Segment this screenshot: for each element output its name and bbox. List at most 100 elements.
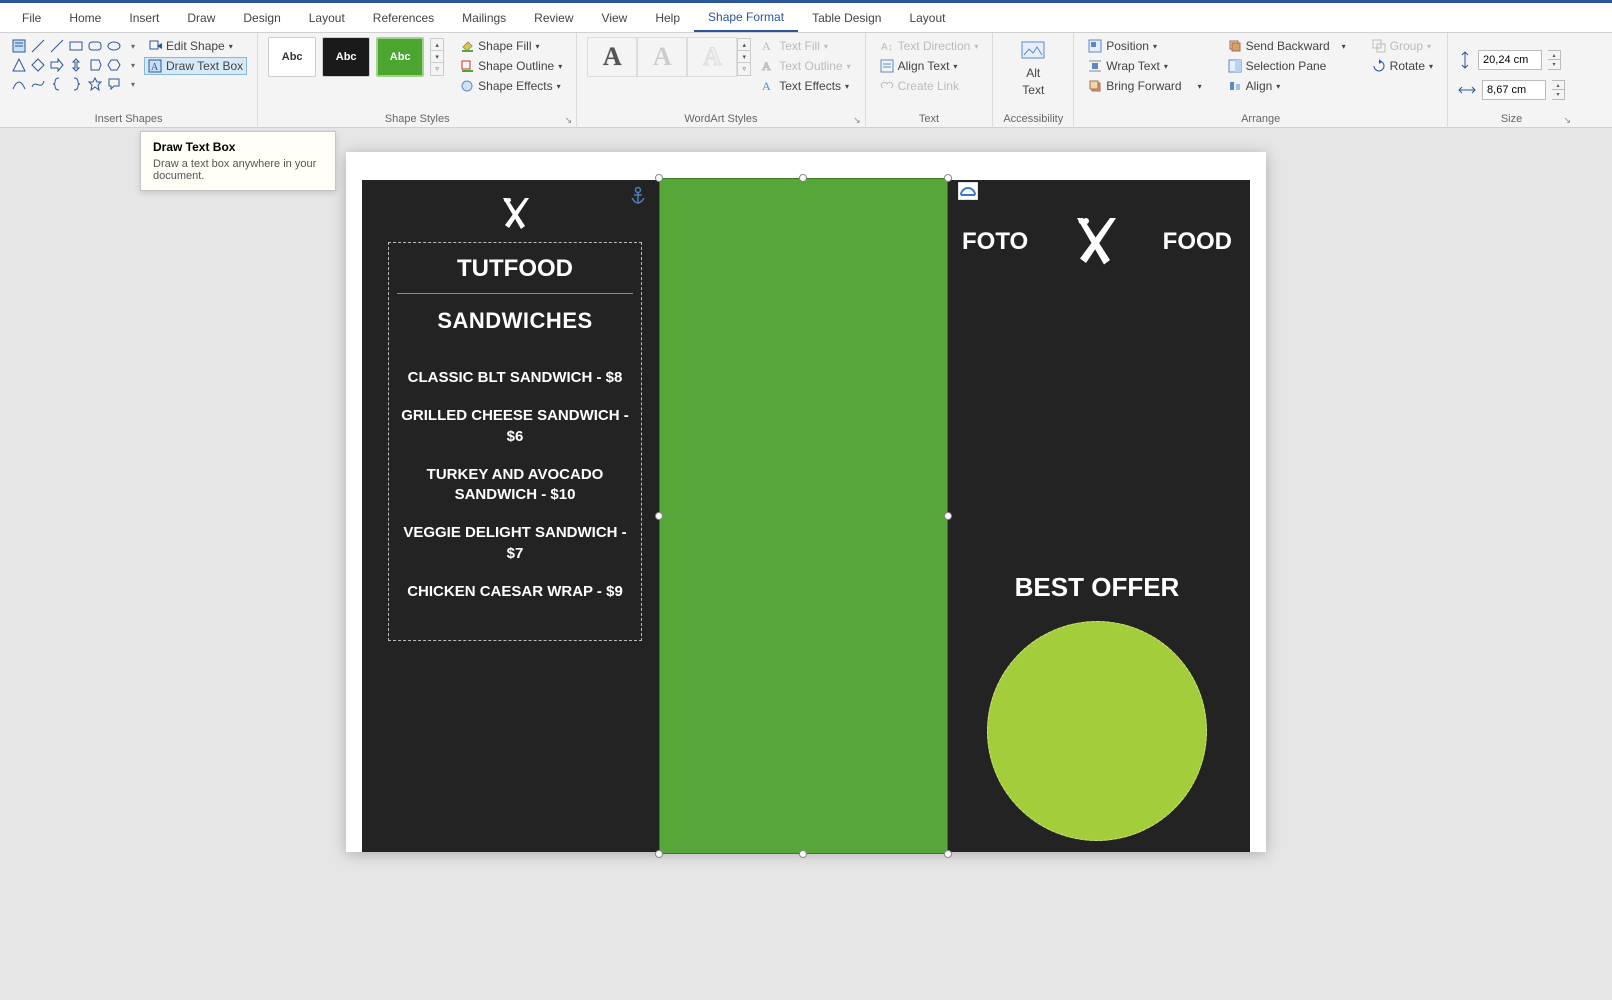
- selection-handle[interactable]: [655, 850, 663, 858]
- tab-home[interactable]: Home: [55, 5, 115, 31]
- shape-effects-button[interactable]: Shape Effects▾: [456, 77, 566, 95]
- shape-rect-icon[interactable]: [67, 37, 85, 55]
- selection-handle[interactable]: [655, 174, 663, 182]
- anchor-icon: [630, 186, 646, 206]
- shape-outline-button[interactable]: Shape Outline▾: [456, 57, 566, 75]
- wordart-gallery-spinner[interactable]: ▴▾▿: [737, 38, 751, 76]
- rotate-button[interactable]: Rotate▾: [1368, 57, 1437, 75]
- shape-callout-icon[interactable]: [105, 75, 123, 93]
- shape-fill-button[interactable]: Shape Fill▾: [456, 37, 566, 55]
- shapes-gallery[interactable]: ▾ ▾ ▾: [10, 37, 138, 93]
- height-spinner[interactable]: ▴▾: [1548, 50, 1561, 70]
- shape-brace-left-icon[interactable]: [48, 75, 66, 93]
- tab-file[interactable]: File: [8, 5, 55, 31]
- shape-oval-icon[interactable]: [105, 37, 123, 55]
- offer-circle: [987, 621, 1207, 841]
- dialog-launcher-icon[interactable]: ↘: [565, 115, 573, 126]
- selection-handle[interactable]: [944, 850, 952, 858]
- text-effects-button[interactable]: A Text Effects▾: [757, 77, 854, 95]
- group-accessibility: Alt Text Accessibility: [993, 33, 1074, 128]
- height-input[interactable]: [1478, 50, 1542, 70]
- wordart-gallery[interactable]: A A A ▴▾▿: [587, 37, 751, 77]
- tab-insert[interactable]: Insert: [115, 5, 173, 31]
- shapes-row-more-1[interactable]: ▾: [124, 37, 142, 55]
- style-swatch-white[interactable]: Abc: [268, 37, 316, 77]
- text-direction-icon: A↕: [880, 39, 894, 53]
- tab-layout[interactable]: Layout: [295, 5, 359, 31]
- link-icon: [880, 79, 894, 93]
- tab-help[interactable]: Help: [641, 5, 694, 31]
- shapes-row-more-2[interactable]: ▾: [124, 56, 142, 74]
- shape-arrow-updown-icon[interactable]: [67, 56, 85, 74]
- shape-triangle-icon[interactable]: [10, 56, 28, 74]
- tab-design[interactable]: Design: [229, 5, 294, 31]
- shape-line-icon[interactable]: [29, 37, 47, 55]
- tab-draw[interactable]: Draw: [173, 5, 229, 31]
- shape-curve-icon[interactable]: [29, 75, 47, 93]
- selected-shape-rectangle[interactable]: [659, 178, 948, 854]
- shape-hex-icon[interactable]: [105, 56, 123, 74]
- menu-item: TURKEY AND AVOCADO SANDWICH - $10: [397, 465, 633, 506]
- align-text-button[interactable]: Align Text▾: [876, 57, 983, 75]
- tab-shape-format[interactable]: Shape Format: [694, 4, 798, 32]
- selection-pane-button[interactable]: Selection Pane: [1224, 57, 1350, 75]
- width-input[interactable]: [1482, 80, 1546, 100]
- wordart-swatch-2[interactable]: A: [637, 37, 687, 77]
- menu-item: GRILLED CHEESE SANDWICH - $6: [397, 406, 633, 447]
- shape-fill-label: Shape Fill: [478, 39, 531, 53]
- wordart-swatch-1[interactable]: A: [587, 37, 637, 77]
- shape-star-icon[interactable]: [86, 75, 104, 93]
- wordart-swatch-3[interactable]: A: [687, 37, 737, 77]
- shape-pentagon-icon[interactable]: [86, 56, 104, 74]
- selection-handle[interactable]: [799, 174, 807, 182]
- layout-options-button[interactable]: [958, 182, 978, 200]
- alt-text-icon: [1021, 41, 1045, 63]
- shape-textbox-icon[interactable]: [10, 37, 28, 55]
- tab-mailings[interactable]: Mailings: [448, 5, 520, 31]
- tab-layout-contextual[interactable]: Layout: [895, 5, 959, 31]
- edit-shape-button[interactable]: Edit Shape ▾: [144, 37, 247, 55]
- shape-arrow-right-icon[interactable]: [48, 56, 66, 74]
- shape-outline-label: Shape Outline: [478, 59, 554, 73]
- selection-handle[interactable]: [944, 174, 952, 182]
- header-right-text: FOOD: [1163, 228, 1232, 256]
- selection-handle[interactable]: [799, 850, 807, 858]
- shape-line2-icon[interactable]: [48, 37, 66, 55]
- width-row: ▴▾: [1458, 80, 1565, 100]
- shapes-row-more-3[interactable]: ▾: [124, 75, 142, 93]
- shape-roundrect-icon[interactable]: [86, 37, 104, 55]
- group-label-accessibility: Accessibility: [1003, 113, 1063, 128]
- document-canvas[interactable]: TUTFOOD SANDWICHES CLASSIC BLT SANDWICH …: [0, 152, 1612, 852]
- width-spinner[interactable]: ▴▾: [1552, 80, 1565, 100]
- tab-references[interactable]: References: [359, 5, 448, 31]
- style-gallery-spinner[interactable]: ▴▾▿: [430, 38, 444, 76]
- position-button[interactable]: Position▾: [1084, 37, 1205, 55]
- align-icon: [1228, 79, 1242, 93]
- bring-forward-button[interactable]: Bring Forward▾: [1084, 77, 1205, 95]
- tab-view[interactable]: View: [588, 5, 642, 31]
- wrap-text-icon: [1088, 59, 1102, 73]
- menu-box: TUTFOOD SANDWICHES CLASSIC BLT SANDWICH …: [388, 242, 642, 641]
- dialog-launcher-icon[interactable]: ↘: [853, 115, 861, 126]
- group-insert-shapes: ▾ ▾ ▾ Edit Sha: [0, 33, 258, 128]
- alt-text-button[interactable]: Alt Text: [1007, 37, 1059, 101]
- text-direction-button: A↕ Text Direction▾: [876, 37, 983, 55]
- selection-handle[interactable]: [655, 512, 663, 520]
- shape-diamond-icon[interactable]: [29, 56, 47, 74]
- shape-brace-right-icon[interactable]: [67, 75, 85, 93]
- wrap-text-button[interactable]: Wrap Text▾: [1084, 57, 1205, 75]
- tab-table-design[interactable]: Table Design: [798, 5, 895, 31]
- text-outline-icon: A: [761, 59, 775, 73]
- chevron-down-icon: ▾: [229, 42, 233, 51]
- send-backward-button[interactable]: Send Backward▾: [1224, 37, 1350, 55]
- alt-text-label-1: Alt: [1026, 66, 1040, 80]
- selection-handle[interactable]: [944, 512, 952, 520]
- shape-arc-icon[interactable]: [10, 75, 28, 93]
- tab-review[interactable]: Review: [520, 5, 587, 31]
- style-swatch-black[interactable]: Abc: [322, 37, 370, 77]
- align-button[interactable]: Align▾: [1224, 77, 1350, 95]
- style-swatch-green[interactable]: Abc: [376, 37, 424, 77]
- shape-style-gallery[interactable]: Abc Abc Abc ▴▾▿: [268, 37, 444, 77]
- dialog-launcher-icon[interactable]: ↘: [1564, 115, 1572, 126]
- draw-text-box-button[interactable]: A Draw Text Box: [144, 57, 247, 75]
